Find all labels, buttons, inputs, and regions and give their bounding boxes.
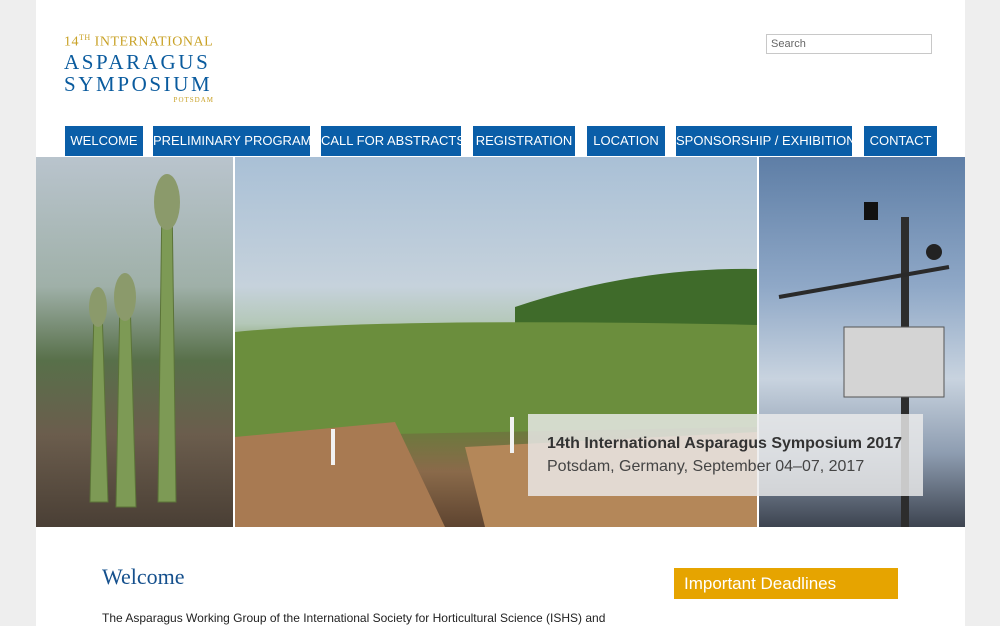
hero-caption-subtitle: Potsdam, Germany, September 04–07, 2017 <box>547 458 865 475</box>
page: 14TH INTERNATIONAL ASPARAGUS SYMPOSIUM P… <box>36 0 965 626</box>
hero-banner: 14th International Asparagus Symposium 2… <box>36 157 965 527</box>
important-deadlines-heading: Important Deadlines <box>674 568 898 599</box>
logo-line-asparagus: ASPARAGUS <box>64 49 211 74</box>
logo-line-edition: 14TH INTERNATIONAL <box>64 33 214 50</box>
nav-item-location[interactable]: LOCATION <box>587 126 665 156</box>
site-logo[interactable]: 14TH INTERNATIONAL ASPARAGUS SYMPOSIUM P… <box>64 30 216 105</box>
asparagus-spears-photo <box>36 157 233 527</box>
hero-caption-title: 14th International Asparagus Symposium 2… <box>547 435 903 452</box>
welcome-intro-text: The Asparagus Working Group of the Inter… <box>102 611 606 625</box>
nav-item-registration[interactable]: REGISTRATION <box>473 126 575 156</box>
nav-item-sponsorship-exhibition[interactable]: SPONSORSHIP / EXHIBITION <box>676 126 856 156</box>
nav-item-call-for-abstracts[interactable]: CALL FOR ABSTRACTS <box>321 126 465 156</box>
main-nav: WELCOME PRELIMINARY PROGRAM CALL FOR ABS… <box>36 126 965 156</box>
logo-line-potsdam: POTSDAM <box>173 95 214 104</box>
welcome-heading: Welcome <box>102 564 185 589</box>
nav-item-preliminary-program[interactable]: PRELIMINARY PROGRAM <box>153 126 311 156</box>
logo-line-symposium: SYMPOSIUM <box>64 71 213 96</box>
nav-item-welcome[interactable]: WELCOME <box>65 126 143 156</box>
search-input[interactable] <box>766 34 932 54</box>
hero-caption: 14th International Asparagus Symposium 2… <box>528 414 923 496</box>
nav-item-contact[interactable]: CONTACT <box>864 126 937 156</box>
